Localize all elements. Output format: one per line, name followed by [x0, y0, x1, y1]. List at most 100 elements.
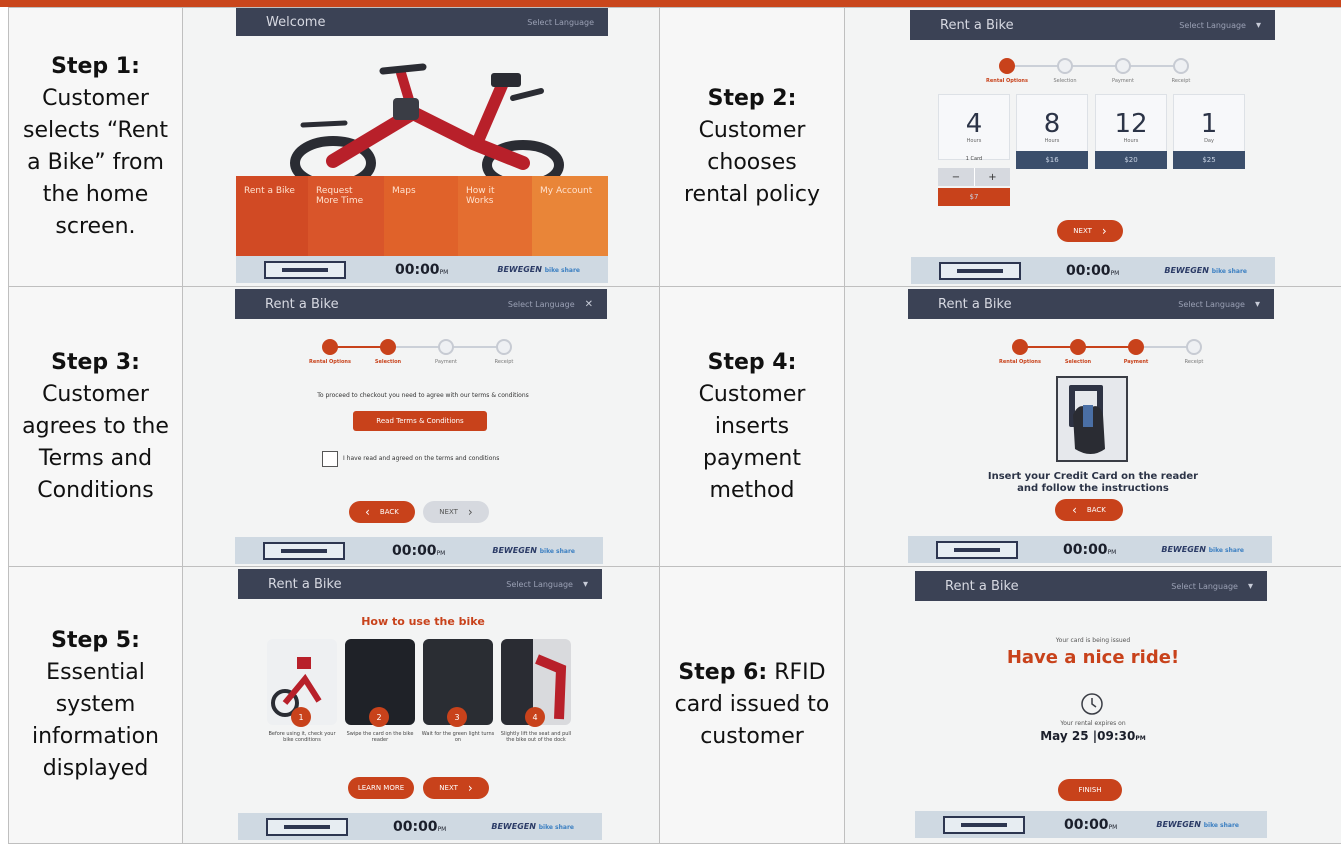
step-desc-line: Terms and	[38, 445, 153, 471]
payment-instruction: Insert your Credit Card on the reader an…	[987, 471, 1199, 494]
clock: 00:00PM	[394, 261, 449, 278]
step-title: Step 6:	[678, 660, 768, 685]
card-count-label: 1 Card	[965, 156, 983, 162]
chevron-left-icon: ‹	[1072, 503, 1077, 517]
step-6-label: Step 6: RFID card issued to customer	[660, 567, 844, 843]
next-button[interactable]: NEXT ›	[423, 501, 489, 523]
step-1-screenshot: Welcome Select Language Rent a Bike Requ…	[183, 8, 659, 286]
terms-checkbox[interactable]	[322, 451, 338, 467]
read-terms-button[interactable]: Read Terms & Conditions	[353, 411, 487, 431]
step-title: Step 1:	[51, 54, 140, 79]
step-desc-line: Conditions	[37, 477, 154, 503]
increase-button[interactable]: +	[974, 168, 1010, 186]
progress-step: Payment	[1107, 339, 1165, 365]
have-a-nice-ride-headline: Have a nice ride!	[1006, 647, 1180, 668]
step-desc-line: information	[32, 724, 159, 749]
progress-step: Receipt	[1165, 339, 1223, 365]
brand-logo: BEWEGEN bike share	[1161, 545, 1244, 554]
chevron-right-icon: ›	[1101, 224, 1107, 238]
step-title: Step 4:	[707, 349, 797, 375]
terms-checkbox-label: I have read and agreed on the terms and …	[343, 455, 500, 462]
menu-request-more-time[interactable]: Request More Time	[308, 176, 384, 256]
chevron-right-icon: ›	[467, 781, 473, 795]
step-desc-line: payment	[702, 445, 801, 471]
screen-title: Rent a Bike	[268, 576, 342, 592]
how-to-step-number: 2	[369, 707, 389, 727]
how-to-caption: Before using it, check your bike conditi…	[268, 731, 336, 743]
learn-more-button[interactable]: LEARN MORE	[348, 777, 414, 799]
card-slot-icon	[936, 540, 1018, 559]
step-title: Step 3:	[51, 349, 140, 375]
step-2-screenshot: Rent a Bike Select Language ▾ Rental Opti…	[845, 8, 1341, 286]
language-selector[interactable]: Select Language ▾	[506, 579, 588, 590]
menu-rent-bike[interactable]: Rent a Bike	[236, 176, 308, 256]
progress-step: Rental Options	[978, 58, 1036, 84]
how-to-step-number: 1	[291, 707, 311, 727]
rental-option-4-hours[interactable]: 4 Hours	[938, 94, 1010, 160]
kiosk-header: Rent a Bike Select Language ▾	[915, 571, 1267, 601]
finish-button[interactable]: FINISH	[1058, 779, 1122, 801]
card-slot-icon	[264, 260, 346, 279]
language-selector[interactable]: Select Language ▾	[1178, 299, 1260, 310]
card-slot-icon	[266, 817, 348, 836]
step-3-screenshot: Rent a Bike Select Language ✕ Rental Opti…	[183, 287, 659, 566]
next-button[interactable]: NEXT ›	[423, 777, 489, 799]
menu-maps[interactable]: Maps	[384, 176, 458, 256]
step-desc-line: Essential	[46, 660, 145, 685]
decrease-button[interactable]: −	[938, 168, 974, 186]
card-slot-icon	[939, 261, 1021, 280]
step-5-screenshot: Rent a Bike Select Language ▾ How to use …	[183, 567, 659, 843]
chevron-right-icon: ›	[467, 505, 473, 519]
step-desc-line: rental policy	[683, 182, 821, 207]
kiosk-footer: 00:00PM BEWEGEN bike share	[235, 537, 603, 564]
clock: 00:00PM	[392, 818, 447, 835]
step-2-label: Step 2: Customer chooses rental policy	[660, 8, 844, 286]
price-4-hours[interactable]: $7	[938, 188, 1010, 206]
step-desc-line: chooses	[707, 150, 797, 175]
clock: 00:00PM	[1063, 816, 1118, 833]
progress-step: Payment	[1094, 58, 1152, 84]
brand-logo: BEWEGEN bike share	[497, 265, 580, 274]
kiosk-footer: 00:00PM BEWEGEN bike share	[911, 257, 1275, 284]
step-desc-line: Customer	[42, 86, 149, 111]
card-issuing-text: Your card is being issued	[1055, 637, 1131, 644]
progress-stepper: Rental Options Selection Payment Receipt	[301, 339, 533, 365]
language-selector[interactable]: Select Language	[527, 18, 594, 27]
price-12-hours[interactable]: $20	[1095, 151, 1167, 169]
kiosk-footer: 00:00PM BEWEGEN bike share	[908, 536, 1272, 563]
clock-icon	[1081, 693, 1103, 715]
step-desc-line: selects “Rent	[23, 118, 168, 143]
kiosk-header: Welcome Select Language	[236, 8, 608, 36]
progress-step: Payment	[417, 339, 475, 365]
menu-my-account[interactable]: My Account	[532, 176, 608, 256]
screen-title: Rent a Bike	[265, 296, 339, 312]
back-button[interactable]: ‹ BACK	[1055, 499, 1123, 521]
menu-how-it-works[interactable]: How it Works	[458, 176, 532, 256]
chevron-left-icon: ‹	[365, 505, 370, 519]
price-8-hours[interactable]: $16	[1016, 151, 1088, 169]
how-to-caption: Swipe the card on the bike reader	[346, 731, 414, 743]
back-button[interactable]: ‹ BACK	[349, 501, 415, 523]
how-to-step-number: 3	[447, 707, 467, 727]
screen-title: Welcome	[266, 14, 326, 30]
how-to-title: How to use the bike	[361, 615, 485, 628]
step-desc-line: card issued to	[674, 692, 830, 717]
language-selector[interactable]: Select Language ▾	[1179, 20, 1261, 31]
progress-step: Rental Options	[991, 339, 1049, 365]
bike-photo	[290, 63, 564, 183]
clock: 00:00PM	[1065, 262, 1120, 279]
language-selector[interactable]: Select Language ✕	[508, 299, 593, 310]
price-1-day[interactable]: $25	[1173, 151, 1245, 169]
step-4-label: Step 4: Customer inserts payment method	[660, 287, 844, 566]
next-button[interactable]: NEXT ›	[1057, 220, 1123, 242]
kiosk-header: Rent a Bike Select Language ▾	[238, 569, 602, 599]
language-selector[interactable]: Select Language ▾	[1171, 581, 1253, 592]
kiosk-footer: 00:00PM BEWEGEN bike share	[915, 811, 1267, 838]
step-desc-line: displayed	[42, 756, 149, 781]
progress-stepper: Rental Options Selection Payment Receipt	[991, 339, 1223, 365]
rental-expires-label: Your rental expires on	[1060, 720, 1126, 727]
step-desc-line: inserts	[714, 413, 790, 439]
top-banner-strip	[0, 0, 1341, 7]
step-desc-line: Customer	[698, 381, 806, 407]
progress-step: Receipt	[1152, 58, 1210, 84]
